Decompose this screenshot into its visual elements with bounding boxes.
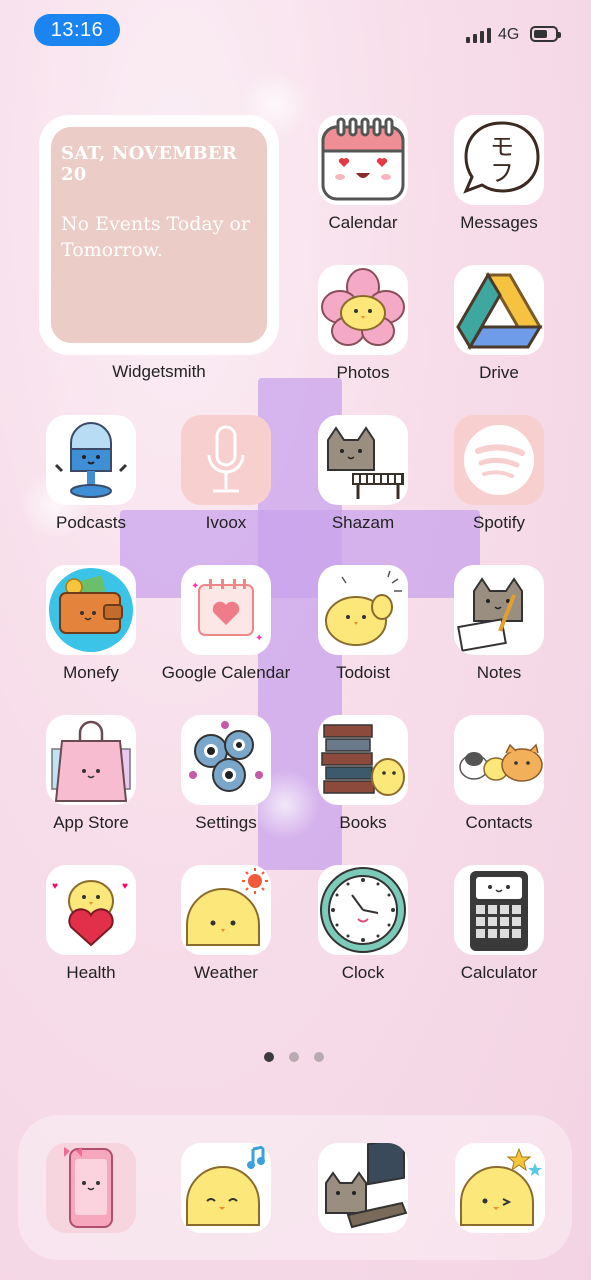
chick-heart-icon: ♥ ♥ xyxy=(46,865,136,955)
chick-star-icon xyxy=(455,1143,545,1233)
chick-sun-icon xyxy=(181,865,271,955)
flower-chick-icon xyxy=(318,265,408,355)
widget-date: SAT, NOVEMBER 20 xyxy=(61,143,237,185)
page-dot-active[interactable] xyxy=(264,1052,274,1062)
app-shazam[interactable]: Shazam xyxy=(301,415,425,535)
app-calendar[interactable]: Calendar xyxy=(301,115,425,235)
app-label: Calculator xyxy=(460,963,538,982)
book-stack-icon xyxy=(318,715,408,805)
status-bar: 13:16 4G xyxy=(0,0,591,60)
app-label: Messages xyxy=(460,213,538,232)
app-todoist[interactable]: Todoist xyxy=(301,565,425,685)
app-ivoox[interactable]: Ivoox xyxy=(164,415,288,535)
wallet-icon xyxy=(46,565,136,655)
cellular-signal-icon xyxy=(466,28,491,43)
app-notes[interactable]: Notes xyxy=(437,565,561,685)
app-health[interactable]: ♥ ♥ Health xyxy=(29,865,153,985)
app-spotify[interactable]: Spotify xyxy=(437,415,561,535)
battery-icon xyxy=(530,26,561,42)
app-drive[interactable]: Drive xyxy=(437,265,561,385)
app-google-calendar[interactable]: ✦ ✦ Google Calendar xyxy=(162,565,290,685)
svg-text:♥: ♥ xyxy=(52,881,58,892)
app-label: Notes xyxy=(476,663,522,682)
app-label: Drive xyxy=(479,363,519,382)
app-photos[interactable]: Photos xyxy=(301,265,425,385)
page-indicator[interactable] xyxy=(264,1052,324,1062)
clock-icon xyxy=(318,865,408,955)
heart-calendar-icon: ✦ ✦ xyxy=(181,565,271,655)
app-clock[interactable]: Clock xyxy=(301,865,425,985)
calendar-icon xyxy=(318,115,408,205)
calculator-icon xyxy=(454,865,544,955)
microphone-outline-icon xyxy=(181,415,271,505)
dock-app-music[interactable] xyxy=(164,1143,288,1263)
cat-piano-icon xyxy=(318,415,408,505)
microphone-icon xyxy=(46,415,136,505)
pink-phone-icon xyxy=(46,1143,136,1233)
dock-app-camera[interactable] xyxy=(438,1143,562,1263)
cat-laptop-icon xyxy=(318,1143,408,1233)
messages-glyph-1: モ xyxy=(490,133,514,161)
widget-events: No Events Today or Tomorrow. xyxy=(61,213,251,261)
spotify-icon xyxy=(454,415,544,505)
app-calculator[interactable]: Calculator xyxy=(437,865,561,985)
dock-app-browser[interactable] xyxy=(301,1143,425,1263)
status-time[interactable]: 13:16 xyxy=(34,14,120,46)
shopping-bag-icon xyxy=(46,715,136,805)
app-podcasts[interactable]: Podcasts xyxy=(29,415,153,535)
app-settings[interactable]: Settings xyxy=(164,715,288,835)
dock-app-phone[interactable] xyxy=(29,1143,153,1263)
page-dot[interactable] xyxy=(314,1052,324,1062)
messages-glyph-2: フ xyxy=(490,159,514,187)
speech-bubble-icon: モ フ xyxy=(454,115,544,205)
page-dot[interactable] xyxy=(289,1052,299,1062)
chick-music-icon xyxy=(181,1143,271,1233)
widget-label: Widgetsmith xyxy=(112,362,206,381)
chick-thumbs-up-icon xyxy=(318,565,408,655)
gear-creatures-icon xyxy=(181,715,271,805)
app-books[interactable]: Books xyxy=(301,715,425,835)
app-label: Spotify xyxy=(473,513,525,532)
svg-text:✦: ✦ xyxy=(255,633,263,644)
app-monefy[interactable]: Monefy xyxy=(29,565,153,685)
animal-friends-icon xyxy=(454,715,544,805)
drive-triangle-icon xyxy=(454,265,544,355)
app-label: Contacts xyxy=(465,813,533,832)
app-messages[interactable]: モ フ Messages xyxy=(437,115,561,235)
app-contacts[interactable]: Contacts xyxy=(437,715,561,835)
dock xyxy=(18,1115,572,1260)
cat-writing-icon xyxy=(454,565,544,655)
widgetsmith-widget[interactable]: SAT, NOVEMBER 20 No Events Today or Tomo… xyxy=(39,115,279,355)
app-weather[interactable]: Weather xyxy=(164,865,288,985)
network-type: 4G xyxy=(498,26,520,43)
svg-text:✦: ✦ xyxy=(191,581,199,592)
app-app-store[interactable]: App Store xyxy=(29,715,153,835)
svg-text:♥: ♥ xyxy=(122,881,128,892)
